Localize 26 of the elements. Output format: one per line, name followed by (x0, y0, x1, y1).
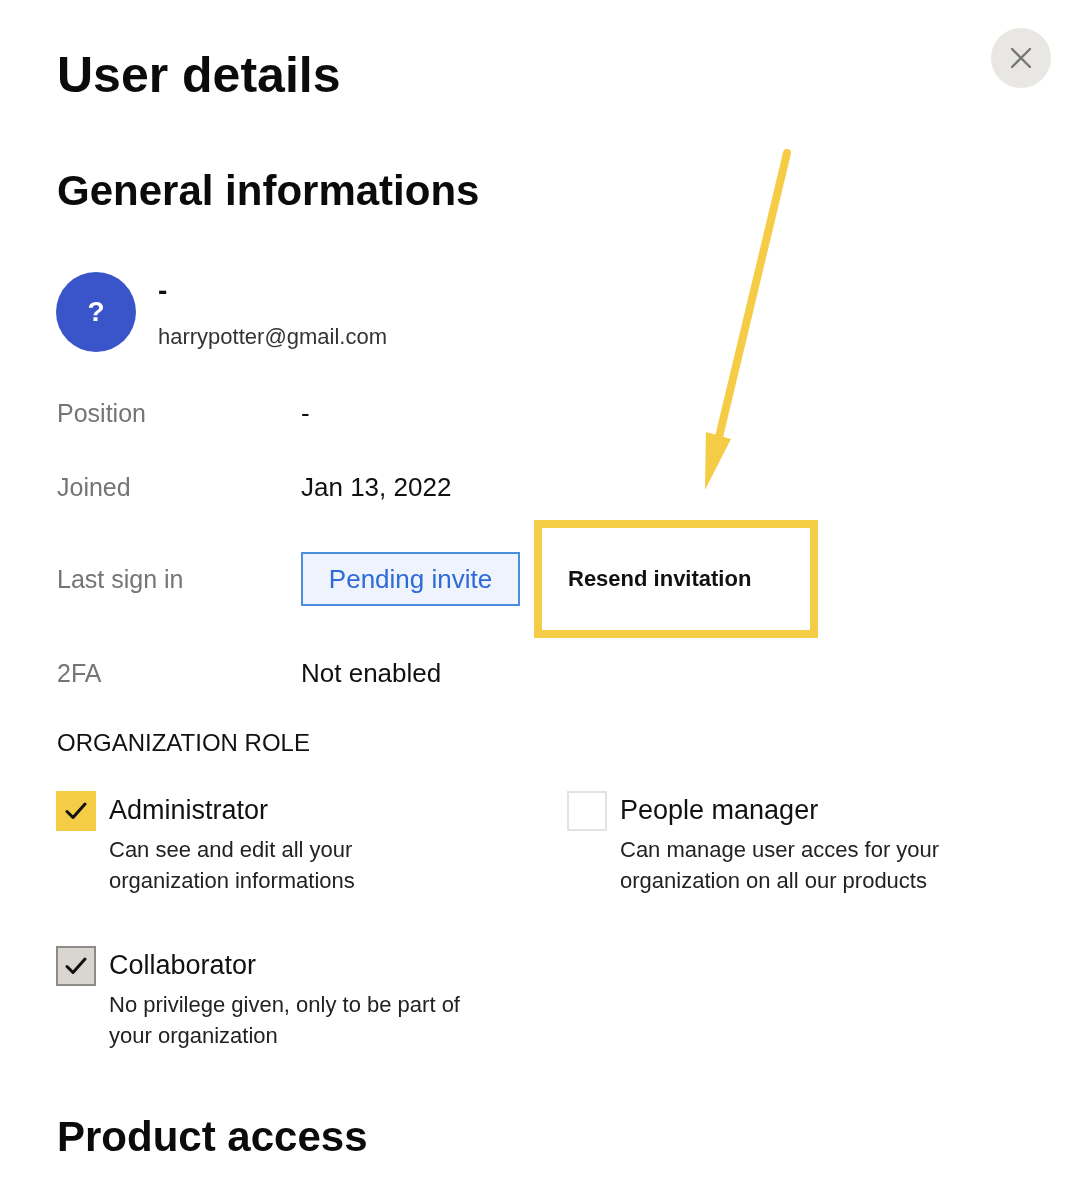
check-icon (65, 802, 87, 820)
user-email: harrypotter@gmail.com (158, 324, 387, 350)
role-description: Can manage user acces for your organization on all our products (620, 836, 940, 895)
role-description: Can see and edit all your organization informations (109, 836, 355, 895)
field-value: Not enabled (301, 658, 442, 688)
page-title: User details (57, 46, 341, 104)
field-label: 2FA (57, 658, 103, 688)
section-heading: General informations (57, 167, 480, 215)
resend-invitation-button[interactable]: Resend invitation (568, 566, 752, 592)
field-value: - (301, 398, 310, 428)
checkbox[interactable] (56, 791, 96, 831)
field-label: Joined (57, 472, 132, 502)
user-name: - (158, 276, 168, 306)
role-label: Collaborator (109, 949, 257, 982)
close-icon (1011, 48, 1031, 68)
status-badge: Pending invite (301, 552, 520, 606)
role-description: No privilege given, only to be part of your organization (109, 991, 460, 1050)
section-subheading: ORGANIZATION ROLE (57, 728, 310, 758)
role-label: People manager (620, 794, 819, 827)
check-icon (65, 957, 87, 975)
field-value: Jan 13, 2022 (301, 472, 452, 502)
avatar: ? (56, 272, 136, 352)
section-heading: Product access (57, 1113, 368, 1161)
field-label: Position (57, 398, 147, 428)
field-label: Last sign in (57, 564, 185, 594)
role-label: Administrator (109, 794, 269, 827)
